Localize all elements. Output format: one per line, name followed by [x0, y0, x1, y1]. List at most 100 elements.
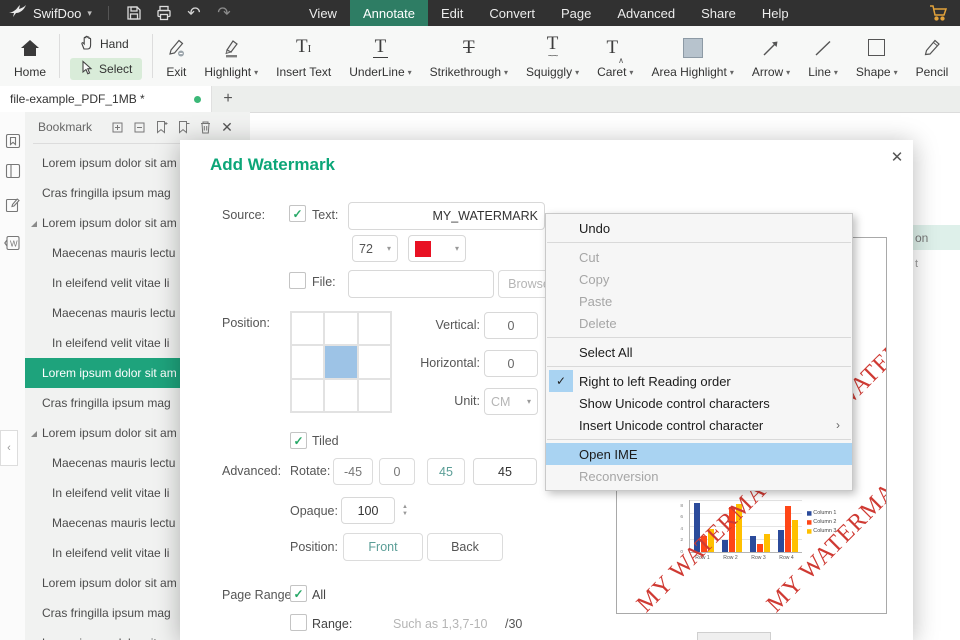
chart-bar [778, 530, 784, 552]
rotate--45-button[interactable]: -45 [333, 458, 373, 485]
chevron-down-icon: ▾ [526, 397, 531, 406]
tool-area-highlight[interactable]: Area Highlight ▾ [642, 26, 742, 86]
tool-caret[interactable]: T ∧ Caret ▾ [588, 26, 642, 86]
watermark-text-input[interactable] [348, 202, 545, 230]
expand-all-icon[interactable] [106, 117, 128, 137]
chevron-down-icon: ▾ [254, 67, 259, 77]
position-cell-2[interactable] [357, 312, 391, 346]
position-cell-6[interactable] [291, 378, 325, 412]
expand-triangle-icon[interactable] [31, 431, 37, 437]
cart-icon[interactable] [926, 2, 952, 24]
menu-view[interactable]: View [296, 0, 350, 26]
unit-select[interactable]: CM ▾ [484, 388, 538, 415]
hand-select-group: Hand Select [64, 26, 148, 86]
ribbon-divider [152, 34, 154, 78]
home-button[interactable]: Home [0, 26, 55, 86]
position-cell-7[interactable] [324, 378, 358, 412]
tool-pencil[interactable]: Pencil [907, 26, 958, 86]
word-export-icon[interactable]: W [0, 228, 25, 258]
context-menu-item-show-unicode-control-characters[interactable]: Show Unicode control characters [546, 392, 852, 414]
position-cell-4[interactable] [324, 345, 358, 379]
annotations-panel-icon[interactable] [0, 190, 25, 220]
menu-convert[interactable]: Convert [476, 0, 548, 26]
bookmark-item-label: Lorem ipsum dolor sit am [42, 366, 177, 380]
dialog-close-icon[interactable]: ✕ [886, 146, 908, 168]
range-checkbox[interactable]: ✓ [290, 614, 307, 631]
font-color-select[interactable]: ▾ [408, 235, 466, 262]
undo-icon[interactable]: ↶ [179, 2, 209, 24]
bookmarks-panel-icon[interactable] [0, 126, 25, 156]
rotate-45-button[interactable]: 45 [427, 458, 465, 485]
tool-arrow[interactable]: Arrow ▾ [743, 26, 799, 86]
tool-label: Squiggly ▾ [526, 65, 580, 79]
collapse-all-icon[interactable] [128, 117, 150, 137]
font-size-select[interactable]: 72 ▾ [352, 235, 398, 262]
tool-strikethrough[interactable]: T Strikethrough ▾ [421, 26, 517, 86]
menu-edit[interactable]: Edit [428, 0, 476, 26]
horizontal-input[interactable] [484, 350, 538, 377]
range-placeholder[interactable]: Such as 1,3,7-10 [393, 617, 488, 631]
tool-exit[interactable]: Exit [157, 26, 195, 86]
menu-share[interactable]: Share [688, 0, 749, 26]
select-tool[interactable]: Select [70, 57, 143, 80]
delete-bookmark-icon[interactable] [194, 117, 216, 137]
underline-icon: T [372, 36, 389, 58]
all-label: All [312, 588, 326, 602]
context-menu-item-open-ime[interactable]: Open IME [546, 443, 852, 465]
context-menu-item-insert-unicode-control-character[interactable]: Insert Unicode control character › [546, 414, 852, 436]
unit-label: Unit: [454, 394, 480, 408]
file-path-input[interactable] [348, 270, 494, 298]
file-checkbox[interactable]: ✓ [289, 272, 306, 289]
print-icon[interactable] [149, 2, 179, 24]
tool-highlight[interactable]: Highlight ▾ [195, 26, 267, 86]
add-bookmark-icon[interactable] [150, 117, 172, 137]
tool-shape[interactable]: Shape ▾ [847, 26, 907, 86]
position-cell-5[interactable] [357, 345, 391, 379]
opaque-stepper[interactable]: ▲ ▼ [399, 497, 411, 524]
context-menu-item-undo[interactable]: Undo [546, 217, 852, 239]
expand-triangle-icon[interactable] [31, 221, 37, 227]
position-cell-0[interactable] [291, 312, 325, 346]
position-cell-3[interactable] [291, 345, 325, 379]
text-checkbox[interactable]: ✓ [289, 205, 306, 222]
redo-icon[interactable]: ↷ [209, 2, 239, 24]
tool-line[interactable]: Line ▾ [799, 26, 847, 86]
thumbnails-panel-icon[interactable] [0, 156, 25, 186]
collapse-sidebar-button[interactable]: ‹ [0, 430, 18, 466]
stepper-down-icon[interactable]: ▼ [402, 511, 408, 517]
rotate-input[interactable] [473, 458, 537, 485]
chevron-down-icon: ▾ [893, 67, 898, 77]
menu-bar: View Annotate Edit Convert Page Advanced Share… [296, 0, 802, 26]
rotate-0-button[interactable]: 0 [379, 458, 415, 485]
tiled-checkbox[interactable]: ✓ [290, 432, 307, 449]
app-menu-caret-icon[interactable]: ▾ [87, 8, 92, 19]
remove-bookmark-icon[interactable] [172, 117, 194, 137]
tool-insert-text[interactable]: TI Insert Text [267, 26, 340, 86]
chart-ytick: 6 [680, 514, 684, 520]
chart-legend-entry: Column 2 [807, 519, 836, 525]
tool-squiggly[interactable]: T ~~ Squiggly ▾ [517, 26, 588, 86]
tool-underline[interactable]: T UnderLine ▾ [340, 26, 420, 86]
close-panel-icon[interactable]: ✕ [216, 117, 238, 137]
text-edit-context-menu: Undo Cut Copy Paste Delete Select All ✓ Right t… [545, 213, 853, 491]
menu-page[interactable]: Page [548, 0, 604, 26]
hand-tool[interactable]: Hand [70, 33, 142, 55]
menu-advanced[interactable]: Advanced [604, 0, 688, 26]
all-pages-checkbox[interactable]: ✓ [290, 585, 307, 602]
stepper-up-icon[interactable]: ▲ [402, 504, 408, 510]
opaque-input[interactable] [341, 497, 395, 524]
document-tab[interactable]: file-example_PDF_1MB * [0, 86, 212, 112]
vertical-input[interactable] [484, 312, 538, 339]
context-menu-item-right-to-left-reading-order[interactable]: ✓ Right to left Reading order [546, 370, 852, 392]
position-cell-8[interactable] [357, 378, 391, 412]
new-tab-button[interactable]: + [216, 86, 240, 112]
position-cell-1[interactable] [324, 312, 358, 346]
context-menu-item-select-all[interactable]: Select All [546, 341, 852, 363]
save-icon[interactable] [119, 2, 149, 24]
front-button[interactable]: Front [343, 533, 423, 561]
back-button[interactable]: Back [427, 533, 503, 561]
menu-item-label: Insert Unicode control character [579, 417, 764, 433]
menu-annotate[interactable]: Annotate [349, 0, 428, 26]
menu-help[interactable]: Help [749, 0, 802, 26]
chart-bar [750, 536, 756, 552]
